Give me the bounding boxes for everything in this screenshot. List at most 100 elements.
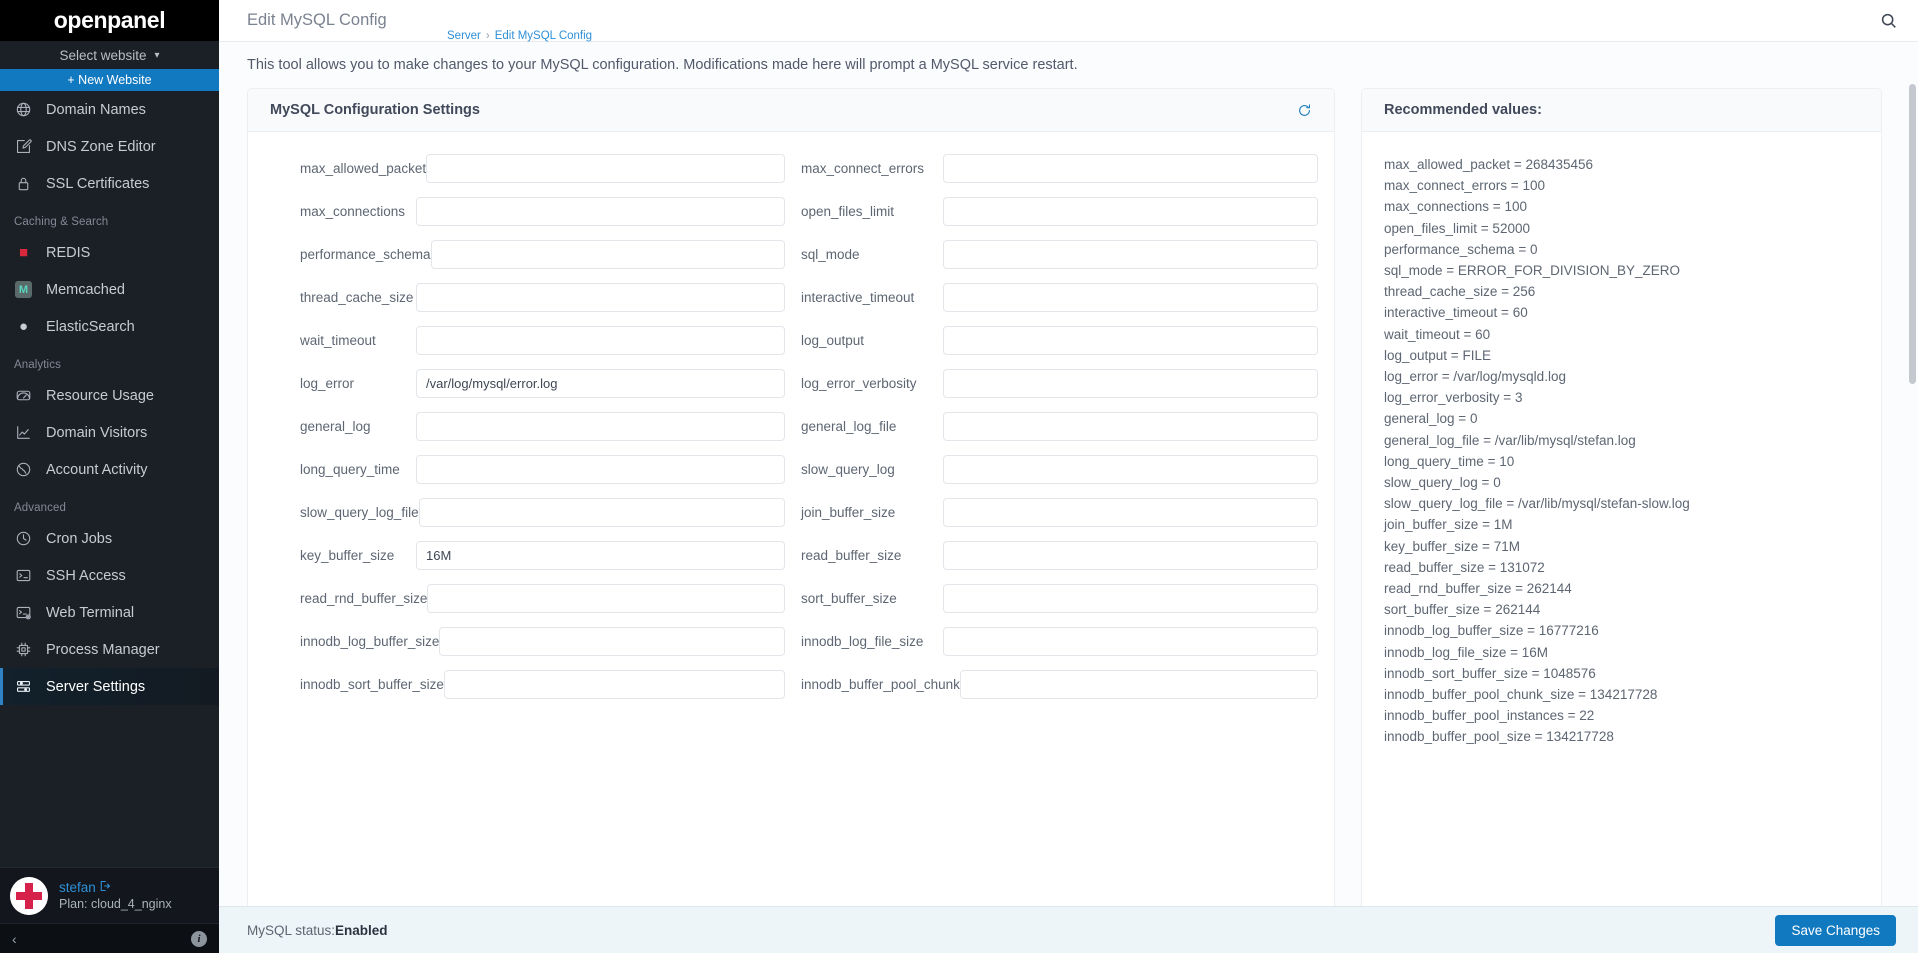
- sidebar-item-server-settings[interactable]: Server Settings: [0, 668, 219, 705]
- clock-icon: [14, 529, 33, 548]
- config-row: general_log general_log_file: [264, 412, 1318, 441]
- sidebar-item-ssh-access[interactable]: SSH Access: [0, 557, 219, 594]
- sidebar-item-label: ElasticSearch: [46, 318, 135, 335]
- sidebar-item-memcached[interactable]: M Memcached: [0, 271, 219, 308]
- config-input-sql_mode[interactable]: [943, 240, 1318, 269]
- config-input-log_output[interactable]: [943, 326, 1318, 355]
- config-field-label: slow_query_log_file: [300, 505, 419, 520]
- config-field: interactive_timeout: [791, 283, 1318, 312]
- save-changes-button[interactable]: Save Changes: [1775, 914, 1896, 946]
- page-scrollbar-thumb[interactable]: [1909, 84, 1916, 384]
- mysql-config-header: MySQL Configuration Settings: [248, 89, 1334, 132]
- redis-logo-icon: ■: [18, 244, 29, 261]
- sidebar-item-domain-names[interactable]: Domain Names: [0, 91, 219, 128]
- config-input-innodb_log_file_size[interactable]: [943, 627, 1318, 656]
- sidebar: openpanel Select website ▾ + New Website…: [0, 0, 219, 953]
- recommended-value-line: interactive_timeout = 60: [1384, 305, 1528, 321]
- breadcrumb-item-server[interactable]: Server: [447, 30, 481, 42]
- config-input-long_query_time[interactable]: [416, 455, 785, 484]
- search-icon[interactable]: [1880, 12, 1898, 30]
- config-field: sql_mode: [791, 240, 1318, 269]
- sidebar-item-label: Memcached: [46, 281, 125, 298]
- chevron-left-icon[interactable]: ‹: [12, 931, 17, 947]
- recommended-values-title: Recommended values:: [1362, 89, 1881, 132]
- config-input-key_buffer_size[interactable]: [416, 541, 785, 570]
- config-input-general_log[interactable]: [416, 412, 785, 441]
- sidebar-item-ssl-certificates[interactable]: SSL Certificates: [0, 165, 219, 202]
- config-input-log_error_verbosity[interactable]: [943, 369, 1318, 398]
- mysql-config-form: max_allowed_packet max_connect_errors max_…: [248, 132, 1334, 906]
- config-field: max_connect_errors: [791, 154, 1318, 183]
- sidebar-item-account-activity[interactable]: Account Activity: [0, 451, 219, 488]
- recommended-value-line: wait_timeout = 60: [1384, 326, 1491, 342]
- mysql-status: MySQL status:Enabled: [247, 923, 388, 938]
- sidebar-item-resource-usage[interactable]: Resource Usage: [0, 377, 219, 414]
- config-input-slow_query_log[interactable]: [943, 455, 1318, 484]
- config-input-thread_cache_size[interactable]: [416, 283, 785, 312]
- config-field-label: innodb_log_file_size: [801, 634, 924, 649]
- config-input-join_buffer_size[interactable]: [943, 498, 1318, 527]
- sidebar-group-title: Advanced: [14, 502, 66, 514]
- config-input-log_error[interactable]: [416, 369, 785, 398]
- user-plan: Plan: cloud_4_nginx: [59, 897, 172, 911]
- user-meta: stefan Plan: cloud_4_nginx: [59, 880, 172, 911]
- config-input-wait_timeout[interactable]: [416, 326, 785, 355]
- logout-icon[interactable]: [99, 880, 111, 895]
- sidebar-item-label: Server Settings: [46, 678, 146, 695]
- config-input-innodb_buffer_pool_chunk[interactable]: [959, 670, 1318, 699]
- sidebar-item-elasticsearch[interactable]: ● ElasticSearch: [0, 308, 219, 345]
- sidebar-item-cron-jobs[interactable]: Cron Jobs: [0, 520, 219, 557]
- config-field-label: log_output: [801, 333, 865, 348]
- brand-name: openpanel: [53, 7, 166, 33]
- config-row: slow_query_log_file join_buffer_size: [264, 498, 1318, 527]
- config-input-general_log_file[interactable]: [943, 412, 1318, 441]
- config-input-max_allowed_packet[interactable]: [426, 154, 785, 183]
- config-input-innodb_log_buffer_size[interactable]: [439, 627, 785, 656]
- new-website-button[interactable]: + New Website: [0, 69, 219, 91]
- config-row: performance_schema sql_mode: [264, 240, 1318, 269]
- config-row: max_allowed_packet max_connect_errors: [264, 154, 1318, 183]
- recommended-value-line: innodb_sort_buffer_size = 1048576: [1384, 665, 1596, 681]
- config-input-slow_query_log_file[interactable]: [418, 498, 785, 527]
- sidebar-item-process-manager[interactable]: Process Manager: [0, 631, 219, 668]
- info-icon[interactable]: i: [191, 930, 207, 947]
- config-input-sort_buffer_size[interactable]: [943, 584, 1318, 613]
- recommended-value-line: key_buffer_size = 71M: [1384, 538, 1520, 554]
- config-input-max_connect_errors[interactable]: [943, 154, 1318, 183]
- config-field-label: sql_mode: [801, 247, 860, 262]
- website-selector[interactable]: Select website ▾: [0, 41, 219, 69]
- config-input-interactive_timeout[interactable]: [943, 283, 1318, 312]
- config-input-read_rnd_buffer_size[interactable]: [427, 584, 785, 613]
- config-field: log_error: [264, 369, 791, 398]
- sidebar-item-domain-visitors[interactable]: Domain Visitors: [0, 414, 219, 451]
- recommended-value-line: sort_buffer_size = 262144: [1384, 602, 1541, 618]
- edit-square-icon: [14, 137, 33, 156]
- sidebar-item-dns-zone-editor[interactable]: DNS Zone Editor: [0, 128, 219, 165]
- config-field-label: read_rnd_buffer_size: [300, 591, 428, 606]
- username-link[interactable]: stefan: [59, 880, 172, 895]
- sidebar-item-web-terminal[interactable]: Web Terminal: [0, 594, 219, 631]
- sidebar-item-redis[interactable]: ■ REDIS: [0, 234, 219, 271]
- config-field: sort_buffer_size: [791, 584, 1318, 613]
- config-field-label: innodb_log_buffer_size: [300, 634, 440, 649]
- config-input-open_files_limit[interactable]: [943, 197, 1318, 226]
- line-chart-icon: [14, 423, 33, 442]
- recommended-value-line: performance_schema = 0: [1384, 241, 1538, 257]
- recommended-value-line: log_error_verbosity = 3: [1384, 390, 1523, 406]
- config-input-performance_schema[interactable]: [430, 240, 785, 269]
- config-field-label: max_connect_errors: [801, 161, 925, 176]
- page-scrollbar[interactable]: [1909, 84, 1916, 858]
- recommended-value-line: max_allowed_packet = 268435456: [1384, 157, 1594, 172]
- breadcrumb-item-current[interactable]: Edit MySQL Config: [495, 30, 592, 42]
- config-row: log_error log_error_verbosity: [264, 369, 1318, 398]
- mysql-config-card: MySQL Configuration Settings max_allowed…: [247, 88, 1335, 906]
- refresh-icon[interactable]: [1297, 103, 1312, 118]
- recommended-value-line: max_connect_errors = 100: [1384, 178, 1545, 194]
- recommended-value-line: open_files_limit = 52000: [1384, 220, 1530, 236]
- config-input-innodb_sort_buffer_size[interactable]: [443, 670, 785, 699]
- avatar[interactable]: [10, 876, 48, 915]
- username-label: stefan: [59, 880, 96, 895]
- config-input-read_buffer_size[interactable]: [943, 541, 1318, 570]
- config-row: innodb_sort_buffer_size innodb_buffer_poo…: [264, 670, 1318, 699]
- config-input-max_connections[interactable]: [416, 197, 785, 226]
